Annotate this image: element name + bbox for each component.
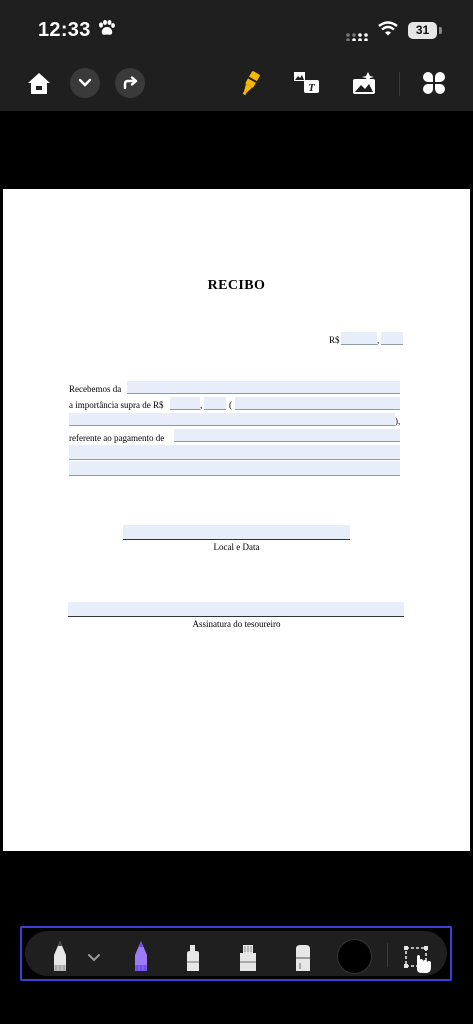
tool-palette: [20, 926, 452, 981]
signal-icon: [345, 28, 369, 46]
pen-tool-selected[interactable]: [126, 939, 156, 973]
reference-field[interactable]: [174, 429, 400, 442]
received-from-label: Recebemos da: [69, 384, 122, 394]
battery-cap: [439, 27, 442, 34]
text-box-icon[interactable]: T: [292, 68, 322, 98]
tools-separator: [387, 943, 388, 967]
document-title: RECIBO: [207, 278, 266, 293]
payer-name-field[interactable]: [127, 381, 400, 394]
amount-cents-field[interactable]: [381, 332, 403, 345]
decimal-separator-2: ,: [200, 400, 203, 410]
redo-icon[interactable]: [115, 68, 145, 98]
wifi-icon: [378, 21, 398, 41]
document-page[interactable]: RECIBO R$ , Recebemos da a importância s…: [3, 189, 470, 851]
reference-field-2[interactable]: [69, 445, 400, 460]
amount-in-words-field[interactable]: [235, 397, 400, 410]
status-time: 12:33: [38, 19, 91, 41]
highlighter-tool[interactable]: [233, 939, 263, 973]
top-toolbar: T: [0, 58, 473, 111]
status-bar: 12:33 31: [0, 0, 473, 58]
battery-indicator: 31: [408, 22, 437, 39]
paw-icon: [97, 20, 115, 41]
reference-field-3[interactable]: [69, 461, 400, 476]
toolbar-separator: [399, 72, 400, 96]
place-date-field[interactable]: [123, 525, 350, 540]
highlighter-icon[interactable]: [235, 68, 265, 98]
home-icon[interactable]: [24, 68, 54, 98]
decimal-separator: ,: [377, 335, 380, 345]
image-edit-icon[interactable]: [350, 68, 380, 98]
paren-open: (: [229, 400, 232, 410]
amount-cents-field-2[interactable]: [204, 397, 226, 410]
reference-label: referente ao pagamento de: [69, 433, 165, 443]
pencil-tool[interactable]: [45, 939, 75, 973]
marker-tool[interactable]: [178, 939, 208, 973]
tool-palette-bar: [25, 931, 447, 976]
eraser-tool[interactable]: [288, 939, 318, 973]
amount-in-words-field-2[interactable]: [69, 413, 395, 426]
chevron-down-icon[interactable]: [79, 943, 109, 963]
lasso-select-icon[interactable]: [403, 941, 433, 975]
color-picker[interactable]: [337, 939, 372, 974]
amount-text-label: a importância supra de R$: [69, 400, 164, 410]
signature-label: Assinatura do tesoureiro: [192, 619, 281, 629]
amount-integer-field[interactable]: [341, 332, 377, 345]
place-date-label: Local e Data: [213, 542, 260, 552]
apps-grid-icon[interactable]: [419, 68, 449, 98]
currency-label: R$: [329, 335, 340, 345]
chevron-down-icon[interactable]: [70, 68, 100, 98]
amount-value-field[interactable]: [170, 397, 200, 410]
signature-field[interactable]: [68, 602, 404, 617]
paren-close: ),: [395, 416, 401, 426]
